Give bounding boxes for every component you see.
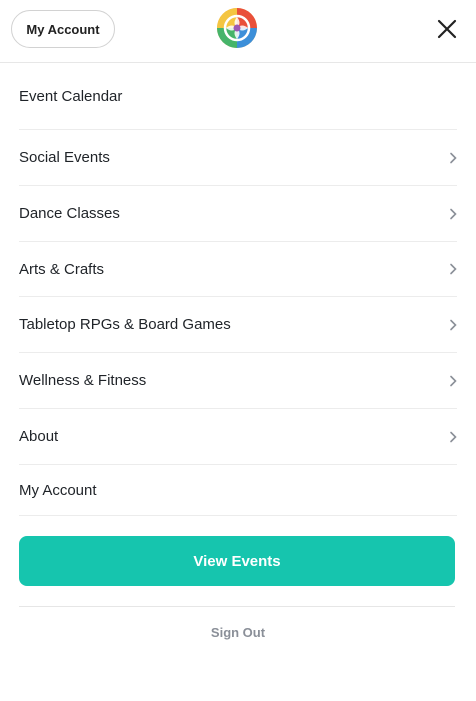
menu-item-label: Social Events [19, 149, 110, 166]
my-account-button[interactable]: My Account [11, 10, 115, 48]
menu-item-wellness-fitness[interactable]: Wellness & Fitness [19, 353, 457, 409]
chevron-right-icon [450, 431, 457, 442]
menu-item-my-account[interactable]: My Account [19, 465, 457, 516]
chevron-right-icon [450, 319, 457, 330]
menu-item-label: Wellness & Fitness [19, 372, 147, 389]
cta-wrapper: View Events [0, 516, 476, 586]
divider [19, 606, 455, 607]
chevron-right-icon [450, 152, 457, 163]
menu-item-arts-crafts[interactable]: Arts & Crafts [19, 242, 457, 297]
chevron-right-icon [450, 263, 457, 275]
chevron-right-icon [450, 208, 457, 219]
menu-item-label: Dance Classes [19, 205, 120, 222]
menu-item-label: My Account [19, 481, 97, 499]
menu-item-label: Arts & Crafts [19, 260, 105, 278]
menu-item-social-events[interactable]: Social Events [19, 130, 457, 186]
nav-menu: Event Calendar Social Events Dance Class… [0, 63, 476, 516]
rainbow-flower-logo-icon[interactable] [216, 7, 258, 49]
menu-item-dance-classes[interactable]: Dance Classes [19, 186, 457, 242]
menu-item-label: About [19, 428, 59, 445]
menu-item-label: Event Calendar [19, 87, 123, 105]
header: My Account [0, 0, 476, 63]
menu-item-about[interactable]: About [19, 409, 457, 465]
sign-out-link[interactable]: Sign Out [0, 625, 476, 640]
view-events-button[interactable]: View Events [19, 536, 455, 586]
chevron-right-icon [450, 375, 457, 386]
menu-item-event-calendar[interactable]: Event Calendar [19, 63, 457, 130]
menu-item-label: Tabletop RPGs & Board Games [19, 316, 231, 333]
close-icon[interactable] [434, 16, 460, 42]
menu-item-tabletop-rpgs[interactable]: Tabletop RPGs & Board Games [19, 297, 457, 353]
